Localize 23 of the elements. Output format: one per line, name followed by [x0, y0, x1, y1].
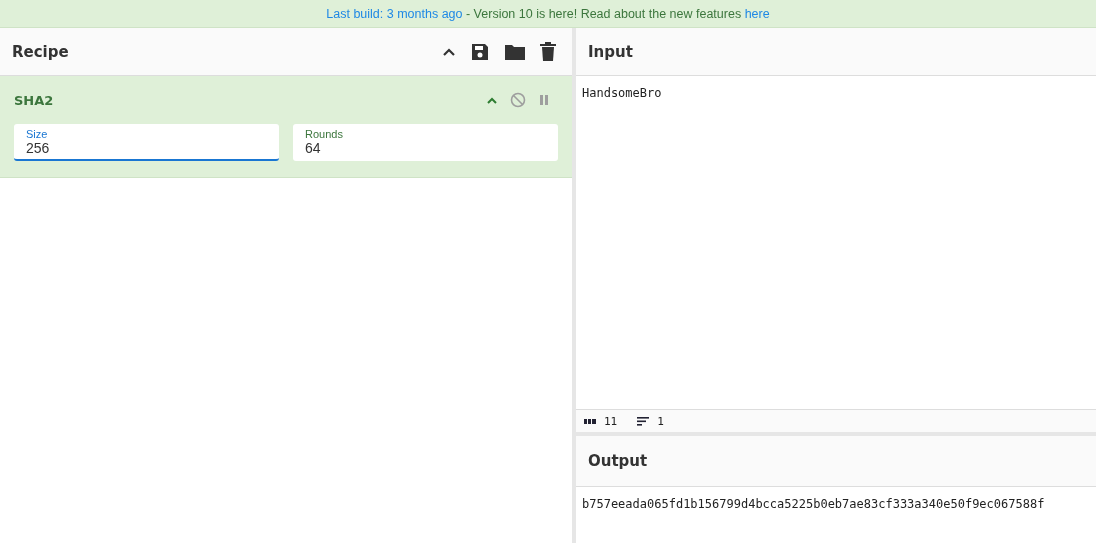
input-title: Input	[588, 42, 633, 61]
input-text: HandsomeBro	[582, 86, 662, 100]
character-count-icon	[584, 418, 596, 424]
argument-field[interactable]: Size 256	[14, 124, 279, 161]
output-text: b757eeada065fd1b156799d4bcca5225b0eb7ae83cf333a340e50f9ec067588f	[582, 497, 1045, 511]
line-count: 1	[657, 414, 664, 428]
field-value: 64	[305, 140, 322, 156]
caret-icon[interactable]	[486, 96, 498, 104]
delete-icon[interactable]	[540, 42, 556, 61]
operation-name: SHA2	[14, 92, 54, 108]
input-field[interactable]: HandsomeBro	[576, 76, 1096, 409]
field-label: Size	[26, 128, 49, 140]
recipe-title: Recipe	[12, 42, 69, 61]
field-value: 256	[26, 140, 51, 156]
field-label: Rounds	[305, 128, 344, 140]
argument-field[interactable]: Rounds 64	[293, 124, 558, 161]
lines-icon	[637, 416, 650, 426]
save-icon[interactable]	[470, 41, 490, 62]
character-count: 11	[604, 414, 618, 428]
update-message: Last build: 3 months ago - Version 10 is here! Read about the new features here	[326, 6, 770, 21]
output-title: Output	[588, 452, 648, 470]
folder-icon[interactable]	[504, 42, 526, 61]
collapse-icon[interactable]	[442, 46, 456, 57]
